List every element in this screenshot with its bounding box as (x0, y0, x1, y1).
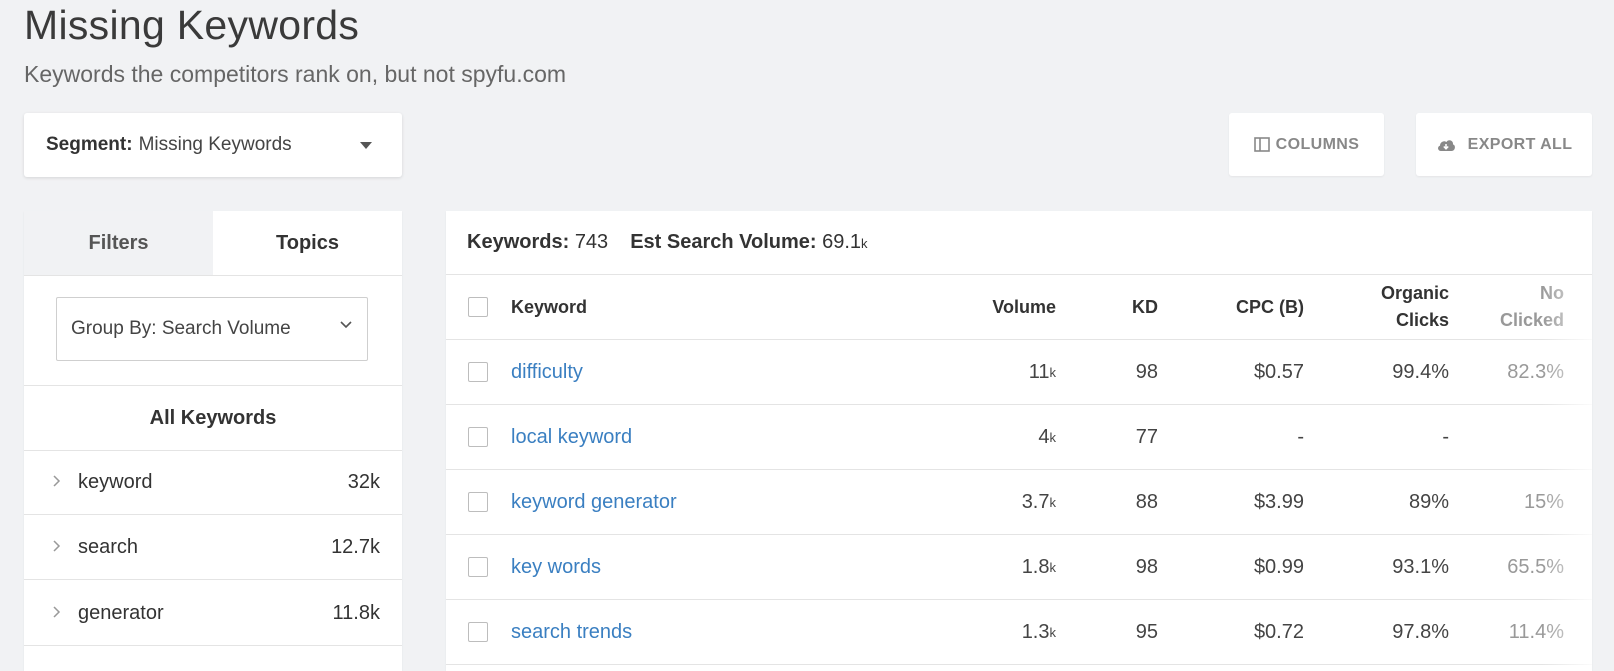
topic-label: search (78, 535, 139, 558)
page-title: Missing Keywords (24, 2, 360, 48)
kd-cell: 98 (1135, 360, 1158, 383)
cloud-download-icon (1437, 139, 1455, 151)
noclick-cell: 65.5% (1507, 555, 1564, 578)
chevron-down-icon (340, 321, 352, 329)
chevron-right-icon (53, 475, 61, 487)
table-row: difficulty 11 k 98 $0.57 99.4% 82.3% (446, 340, 1592, 405)
search-volume-label: Est Search Volume: (630, 231, 817, 253)
noclick-cell: 82.3% (1507, 360, 1564, 383)
cpc-cell: - (1297, 425, 1304, 448)
keyword-link[interactable]: key words (511, 556, 601, 579)
columns-icon (1253, 137, 1270, 152)
organic-cell: 99.4% (1392, 360, 1449, 383)
segment-label: Segment: (46, 134, 133, 155)
keywords-count-label: Keywords: (467, 231, 570, 253)
table-row: local keyword 4k 77 - - (446, 405, 1592, 470)
chevron-right-icon (53, 540, 61, 552)
group-by-label: Group By: Search Volume (71, 318, 291, 339)
caret-down-icon (360, 142, 372, 149)
volume-cell: 4k (1038, 425, 1056, 448)
keyword-link[interactable]: difficulty (511, 361, 583, 384)
col-kd[interactable]: KD (1132, 275, 1158, 339)
noclick-cell: 15% (1523, 490, 1564, 513)
sidebar-tabs: Filters Topics (24, 211, 402, 276)
row-checkbox[interactable] (468, 557, 488, 577)
noclick-cell: 11.4% (1508, 620, 1564, 643)
group-by-select[interactable]: Group By: Search Volume (56, 297, 368, 361)
volume-cell: 1.8 k (1021, 555, 1056, 578)
kd-cell: 95 (1135, 620, 1158, 643)
col-volume[interactable]: Volume (992, 275, 1056, 339)
organic-cell: 89% (1408, 490, 1449, 513)
topic-item-search[interactable]: search 12.7k (24, 515, 402, 580)
keyword-link[interactable]: local keyword (511, 426, 632, 449)
organic-cell: 93.1% (1392, 555, 1449, 578)
topic-item-generator[interactable]: generator 11.8k (24, 581, 402, 646)
topic-label: keyword (78, 470, 153, 493)
topic-count: 32k (347, 470, 380, 493)
chevron-right-icon (53, 606, 61, 618)
table-row: key words 1.8 k 98 $0.99 93.1% 65.5% (446, 535, 1592, 600)
col-keyword[interactable]: Keyword (511, 275, 587, 339)
col-organic-line1: Organic (1380, 283, 1449, 303)
col-noclick-line1: No (1540, 283, 1564, 303)
cpc-cell: $0.99 (1253, 555, 1304, 578)
keyword-link[interactable]: keyword generator (511, 491, 677, 514)
row-checkbox[interactable] (468, 492, 488, 512)
col-organic-line2: Clicks (1395, 310, 1449, 330)
organic-cell: 97.8% (1392, 620, 1449, 643)
cpc-cell: $0.72 (1253, 620, 1304, 643)
topic-count: 11.8k (332, 601, 380, 624)
cpc-cell: $3.99 (1253, 490, 1304, 513)
export-all-label: EXPORT ALL (1467, 135, 1573, 153)
volume-cell: 3.7 k (1021, 490, 1056, 513)
volume-cell: 11 k (1028, 360, 1056, 383)
col-no-clicked[interactable]: No Clicked (1500, 275, 1564, 339)
export-all-button[interactable]: EXPORT ALL (1416, 113, 1592, 176)
organic-cell: - (1442, 425, 1449, 448)
columns-button[interactable]: COLUMNS (1229, 113, 1384, 176)
volume-cell: 1.3 k (1021, 620, 1056, 643)
cpc-cell: $0.57 (1253, 360, 1304, 383)
topic-item-keyword[interactable]: keyword 32k (24, 450, 402, 515)
topics-sidebar: Filters Topics Group By: Search Volume A… (24, 211, 402, 671)
page-subtitle: Keywords the competitors rank on, but no… (24, 61, 567, 87)
search-volume-value: 69.1 (822, 231, 862, 253)
row-checkbox[interactable] (468, 362, 488, 382)
keywords-summary: Keywords: 743 Est Search Volume: 69.1k (446, 211, 1592, 275)
keyword-link[interactable]: search trends (511, 621, 632, 644)
keywords-count-value: 743 (574, 231, 609, 253)
keywords-table-panel: Keywords: 743 Est Search Volume: 69.1k K… (446, 211, 1592, 671)
columns-label: COLUMNS (1275, 135, 1360, 153)
table-header: Keyword Volume KD CPC (B) Organic Clicks … (446, 275, 1592, 340)
kd-cell: 77 (1135, 425, 1158, 448)
kd-cell: 98 (1135, 555, 1158, 578)
tab-filters[interactable]: Filters (24, 211, 213, 275)
topic-count: 12.7k (331, 535, 380, 558)
col-organic-clicks[interactable]: Organic Clicks (1381, 275, 1449, 339)
col-cpc[interactable]: CPC (B) (1236, 275, 1304, 339)
segment-dropdown[interactable]: Segment: Missing Keywords (24, 113, 402, 177)
col-noclick-line2: Clicked (1499, 310, 1564, 330)
segment-value: Missing Keywords (138, 134, 292, 155)
row-checkbox[interactable] (468, 622, 488, 642)
all-keywords-item[interactable]: All Keywords (24, 385, 402, 451)
row-checkbox[interactable] (468, 427, 488, 447)
topic-label: generator (78, 601, 164, 624)
select-all-checkbox[interactable] (468, 297, 488, 317)
search-volume-unit: k (861, 236, 868, 251)
table-row: search trends 1.3 k 95 $0.72 97.8% 11.4% (446, 600, 1592, 665)
kd-cell: 88 (1135, 490, 1158, 513)
tab-topics[interactable]: Topics (213, 211, 402, 275)
table-row: keyword generator 3.7 k 88 $3.99 89% 15% (446, 470, 1592, 535)
